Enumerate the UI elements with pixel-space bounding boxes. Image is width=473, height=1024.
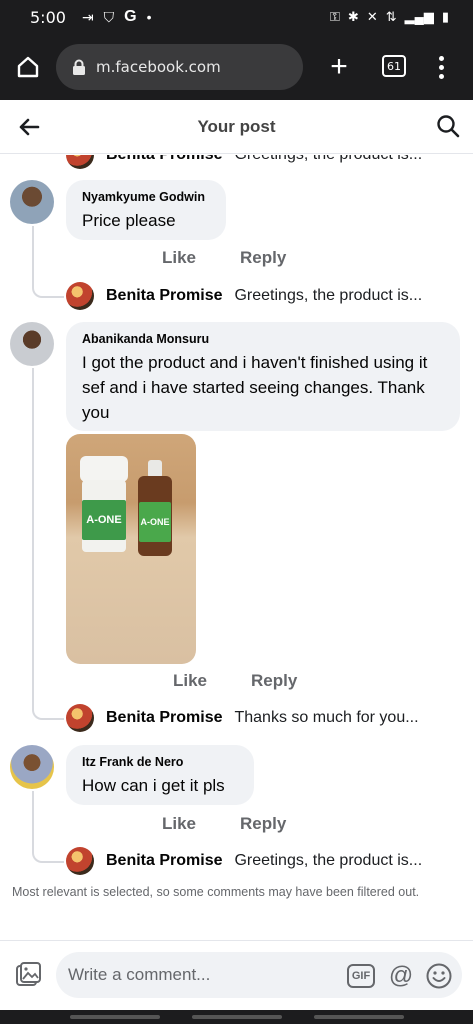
status-time: 5:00 — [30, 7, 66, 27]
comment-text: Price please — [82, 211, 176, 230]
comment-author[interactable]: Nyamkyume Godwin — [82, 190, 210, 204]
home-button[interactable] — [0, 34, 56, 100]
jar-image: A-ONE — [80, 456, 128, 552]
reply-button[interactable]: Reply — [240, 814, 286, 834]
home-icon — [17, 56, 39, 78]
reply-author: Benita Promise — [106, 155, 222, 164]
reply-preview[interactable]: Benita Promise Greetings, the product is… — [66, 847, 422, 875]
comment-actions: Like Reply — [162, 814, 286, 834]
nav-handle — [70, 1015, 160, 1019]
reply-author: Benita Promise — [106, 709, 223, 726]
url-text: m.facebook.com — [96, 58, 221, 76]
like-button[interactable]: Like — [162, 248, 196, 268]
lock-icon — [73, 59, 85, 75]
menu-dot-icon — [438, 64, 444, 70]
comment-text: I got the product and i haven't finished… — [82, 353, 428, 422]
plus-icon: + — [330, 50, 348, 83]
new-tab-button[interactable]: + — [320, 48, 358, 86]
bottle-label: A-ONE — [139, 502, 171, 542]
reply-text: Greetings, the product is... — [234, 287, 423, 304]
reply-text: Thanks so much for you... — [234, 709, 419, 726]
thread-connector — [32, 226, 64, 298]
like-button[interactable]: Like — [173, 671, 207, 691]
comment-author[interactable]: Itz Frank de Nero — [82, 755, 238, 769]
status-left-icons: ⇥ ⛉ G • — [82, 8, 152, 26]
page-header: Your post — [0, 100, 473, 154]
vpn-key-icon: ⚿ — [330, 9, 340, 24]
system-nav-bar — [0, 1010, 473, 1024]
tab-switcher-button[interactable]: 61 — [382, 55, 406, 77]
shield-icon: ⛉ — [103, 8, 115, 25]
reply-preview[interactable]: Benita Promise Greetings, the product is… — [66, 282, 422, 310]
reply-text: Greetings, the product is... — [234, 155, 422, 164]
nav-handle[interactable] — [192, 1015, 282, 1019]
bluetooth-icon: ✱ — [347, 9, 359, 24]
avatar[interactable] — [10, 180, 54, 224]
avatar — [66, 847, 94, 875]
avatar — [66, 282, 94, 310]
mention-button[interactable]: @ — [387, 962, 415, 990]
comment-text: How can i get it pls — [82, 776, 225, 795]
comment-composer: Write a comment... GIF @ — [0, 940, 473, 1010]
address-bar[interactable]: m.facebook.com — [56, 44, 303, 90]
google-icon: G — [124, 8, 137, 25]
reply-text: Greetings, the product is... — [234, 852, 423, 869]
filter-note: Most relevant is selected, so some comme… — [12, 885, 420, 899]
mute-icon: ✕ — [366, 9, 378, 24]
comment-thread: Benita Promise Greetings, the product is… — [0, 155, 473, 940]
bottle-label: A-ONE — [82, 500, 126, 540]
back-arrow-icon[interactable] — [16, 114, 42, 140]
photo-icon[interactable] — [14, 961, 42, 989]
reply-preview[interactable]: Benita Promise Greetings, the product is… — [66, 155, 422, 169]
reply-author: Benita Promise — [106, 287, 223, 304]
thread-connector — [32, 791, 64, 863]
gif-button[interactable]: GIF — [347, 964, 375, 988]
search-icon[interactable] — [435, 113, 461, 139]
status-right-icons: ⚿ ✱ ✕ ⇅ ▂▄▆ ▮ — [330, 0, 449, 34]
comment-actions: Like Reply — [173, 671, 297, 691]
reply-button[interactable]: Reply — [240, 248, 286, 268]
key-icon: ⇥ — [81, 8, 94, 25]
bottle-image: A-ONE — [136, 460, 174, 556]
dot-icon: • — [146, 9, 152, 25]
comment-bubble[interactable]: Nyamkyume Godwin Price please — [66, 180, 226, 240]
nav-handle — [314, 1015, 404, 1019]
comment-bubble[interactable]: Abanikanda Monsuru I got the product and… — [66, 322, 460, 431]
avatar — [66, 704, 94, 732]
thread-connector — [32, 368, 64, 720]
menu-dot-icon — [438, 55, 444, 61]
comment-author[interactable]: Abanikanda Monsuru — [82, 332, 444, 346]
comment-actions: Like Reply — [162, 248, 286, 268]
reply-preview[interactable]: Benita Promise Thanks so much for you... — [66, 704, 419, 732]
browser-menu-button[interactable] — [432, 48, 450, 86]
like-button[interactable]: Like — [162, 814, 196, 834]
reply-author: Benita Promise — [106, 852, 223, 869]
avatar — [66, 155, 94, 169]
comment-photo[interactable]: A-ONE A-ONE — [66, 434, 196, 664]
signal-icon: ▂▄▆ — [404, 9, 434, 24]
reply-button[interactable]: Reply — [251, 671, 297, 691]
battery-icon: ▮ — [441, 9, 449, 24]
avatar[interactable] — [10, 745, 54, 789]
page-title: Your post — [197, 116, 276, 136]
emoji-icon[interactable] — [425, 962, 453, 990]
menu-dot-icon — [438, 73, 444, 79]
data-icon: ⇅ — [385, 9, 397, 24]
avatar[interactable] — [10, 322, 54, 366]
comment-bubble[interactable]: Itz Frank de Nero How can i get it pls — [66, 745, 254, 805]
status-bar: 5:00 ⇥ ⛉ G • ⚿ ✱ ✕ ⇅ ▂▄▆ ▮ — [0, 0, 473, 34]
